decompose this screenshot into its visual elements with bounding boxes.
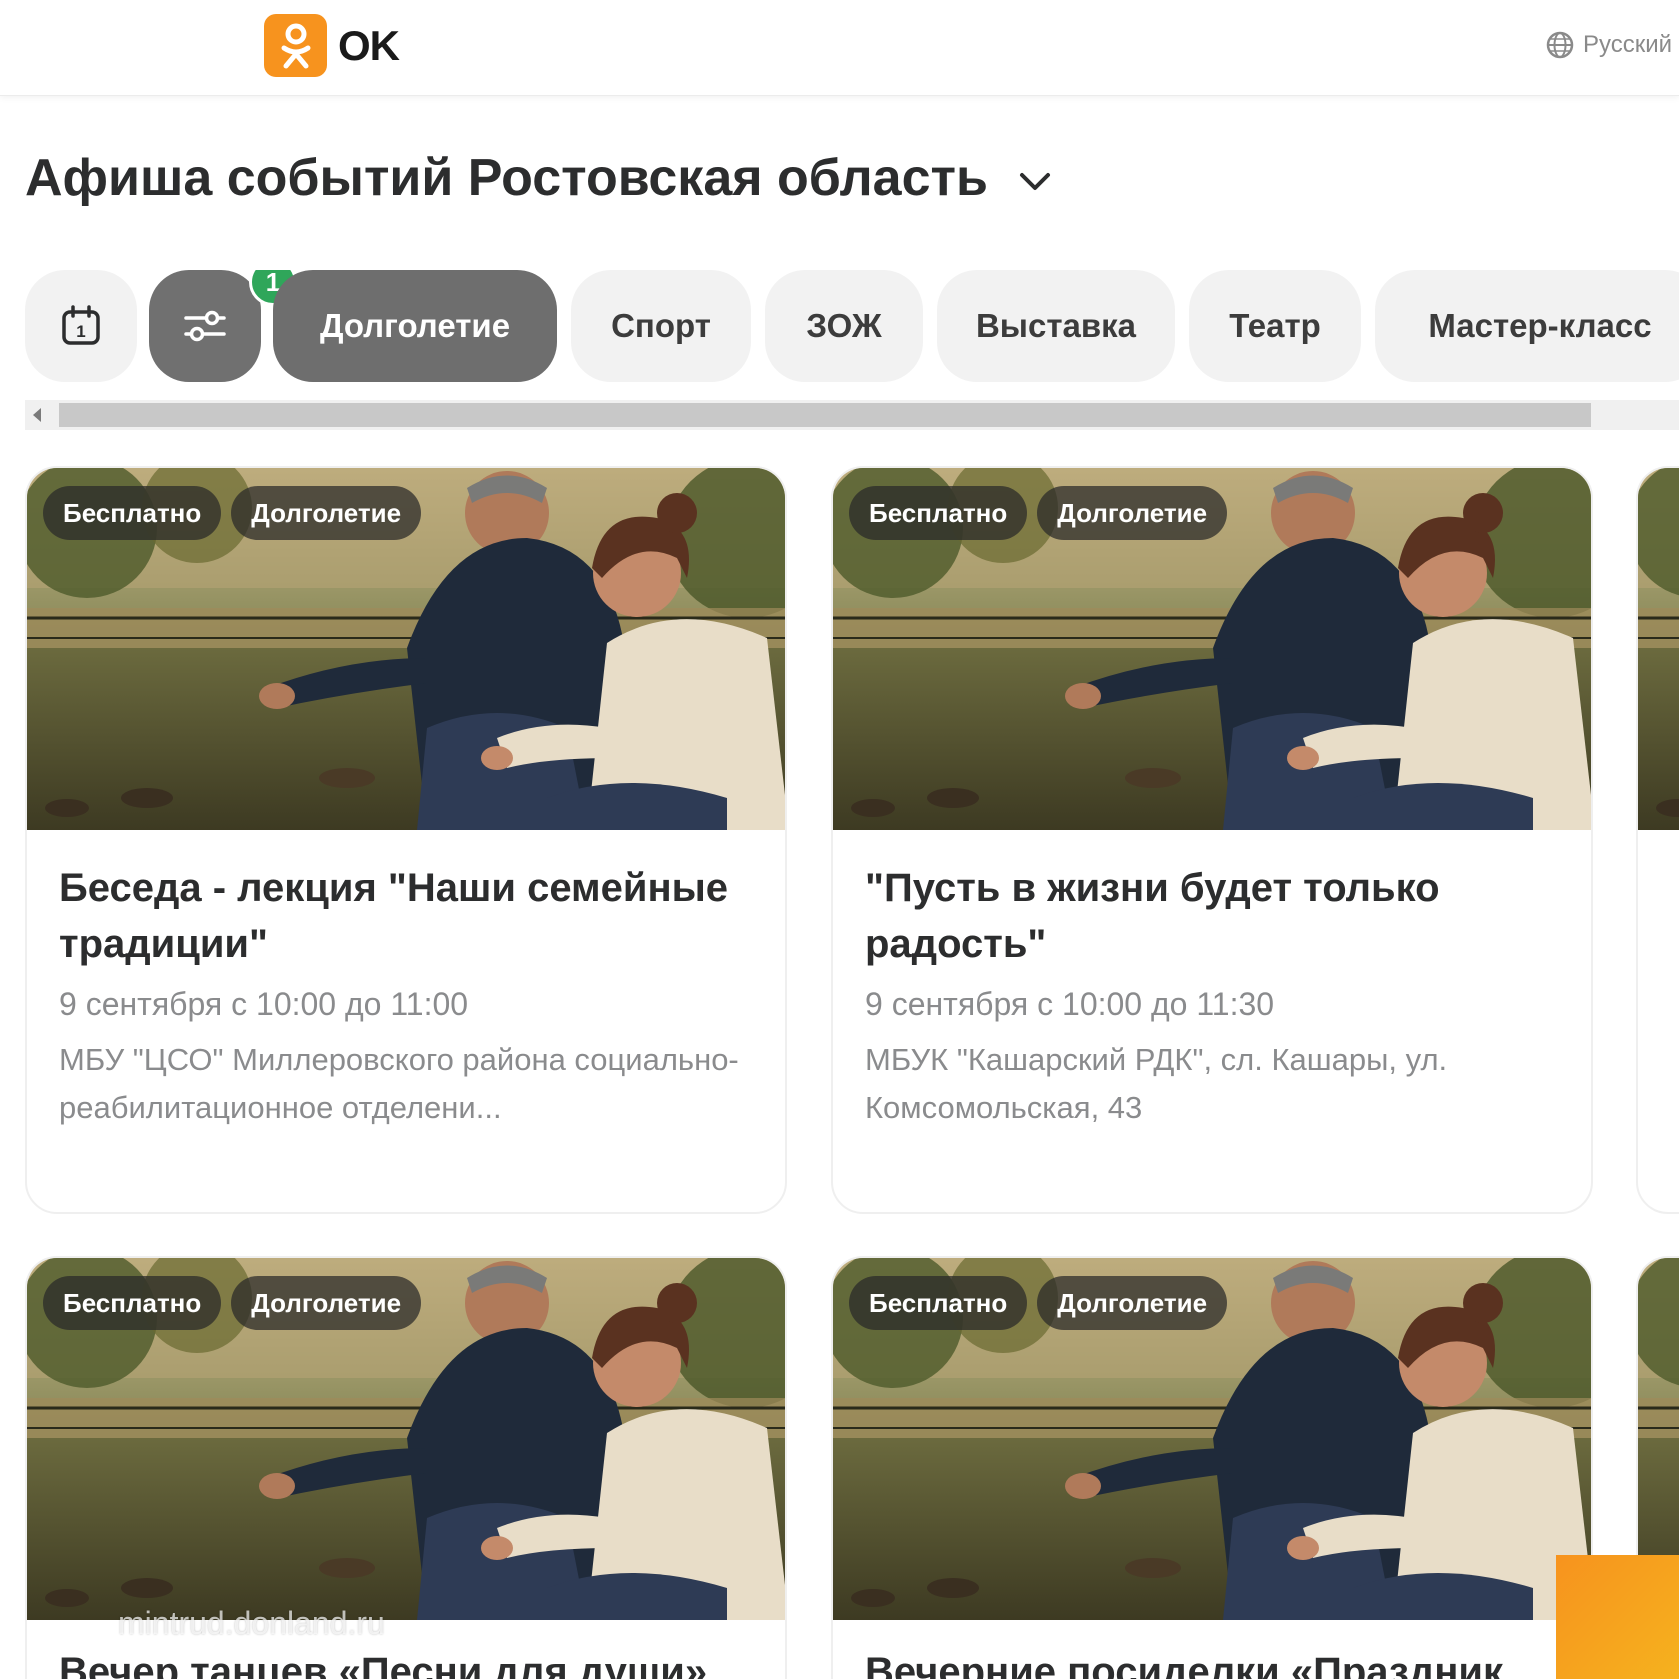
event-tags: Бесплатно Долголетие	[849, 486, 1228, 540]
event-title: Вечер танцев «Песни для души»	[59, 1650, 708, 1679]
tag-free: Бесплатно	[849, 1276, 1028, 1330]
event-title: "Пусть в жизни будет только радость"	[865, 866, 1440, 966]
filter-sliders-icon	[184, 310, 226, 342]
chip-sport[interactable]: Спорт	[571, 270, 751, 382]
ok-logo[interactable]: OK	[264, 14, 400, 77]
calendar-icon: 1	[62, 305, 100, 345]
event-date: 9 сентября с 10:00 до 11:30	[865, 986, 1275, 1022]
event-image	[1638, 468, 1679, 830]
globe-icon	[1546, 31, 1574, 59]
scroll-left-arrow-icon[interactable]	[33, 408, 41, 422]
tag-category: Долголетие	[1037, 1276, 1228, 1330]
chips-scrollbar[interactable]	[25, 400, 1679, 430]
tag-category: Долголетие	[1037, 486, 1228, 540]
tag-category: Долголетие	[231, 486, 422, 540]
calendar-button[interactable]: 1	[25, 270, 137, 382]
event-card[interactable]: Бесплатно Долголетие "Пусть в жизни буде…	[831, 466, 1593, 1214]
chevron-down-icon	[1019, 173, 1050, 190]
chip-master-klass[interactable]: Мастер-класс	[1375, 270, 1679, 382]
event-tags: Бесплатно Долголетие	[43, 486, 422, 540]
chip-zozh[interactable]: ЗОЖ	[765, 270, 923, 382]
event-place: МБУ "ЦСО" Миллеровского района социально…	[59, 1042, 739, 1125]
filters-button[interactable]	[149, 270, 261, 382]
chip-teatr[interactable]: Театр	[1189, 270, 1361, 382]
tag-free: Бесплатно	[43, 1276, 222, 1330]
tag-free: Бесплатно	[849, 486, 1028, 540]
tag-category: Долголетие	[231, 1276, 422, 1330]
tag-free: Бесплатно	[43, 486, 222, 540]
event-card-partial[interactable]	[1636, 466, 1679, 1214]
language-label: Русский	[1583, 31, 1673, 58]
scrollbar-thumb[interactable]	[59, 403, 1591, 427]
chip-dolgoletie[interactable]: Долголетие	[273, 270, 557, 382]
watermark: mintrud.donland.ru	[118, 1605, 385, 1641]
event-place: МБУК "Кашарский РДК", сл. Кашары, ул. Ко…	[865, 1042, 1448, 1125]
event-card[interactable]: Бесплатно Долголетие Беседа - лекция "На…	[25, 466, 787, 1214]
ok-logo-icon	[264, 14, 327, 77]
filter-chips: 1 1 Долголетие Спорт ЗОЖ Выставка Театр …	[25, 270, 1679, 382]
event-tags: Бесплатно Долголетие	[43, 1276, 422, 1330]
logo-text: OK	[338, 21, 400, 69]
chip-vystavka[interactable]: Выставка	[937, 270, 1175, 382]
event-tags: Бесплатно Долголетие	[849, 1276, 1228, 1330]
event-title: Вечерние посиделки «Праздник	[865, 1650, 1504, 1679]
region-selector[interactable]: Афиша событий Ростовская область	[25, 148, 1052, 208]
corner-overlay	[1556, 1555, 1679, 1679]
language-selector[interactable]: Русский	[1545, 30, 1672, 60]
event-card[interactable]: Бесплатно Долголетие Вечерние посиделки …	[831, 1256, 1593, 1679]
svg-text:1: 1	[76, 322, 85, 341]
page-title: Афиша событий Ростовская область	[25, 149, 988, 207]
top-header: OK Русский	[0, 0, 1679, 96]
event-title: Беседа - лекция "Наши семейные традиции"	[59, 866, 729, 966]
event-date: 9 сентября с 10:00 до 11:00	[59, 986, 469, 1022]
